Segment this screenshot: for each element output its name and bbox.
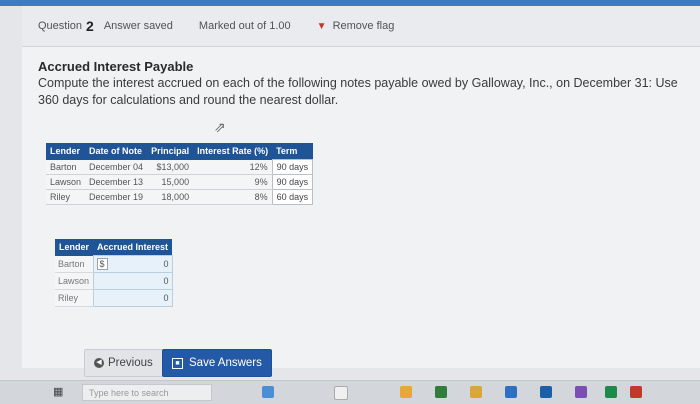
column-header: Principal [147,143,194,160]
table-row: Riley 0 [55,289,173,307]
taskbar-app-icon[interactable] [630,386,642,398]
taskbar-app-icon[interactable] [435,386,447,398]
taskbar-app-icon[interactable] [605,386,617,398]
table-cell: December 04 [85,159,148,175]
table-row: Barton $ 0 [55,255,173,273]
taskbar-search-input[interactable]: Type here to search [82,384,212,401]
search-placeholder: Type here to search [89,387,169,398]
column-header: Accrued Interest [93,239,173,256]
taskbar-app-icon[interactable] [400,386,412,398]
question-text: Compute the interest accrued on each of … [38,76,678,107]
taskbar-app-icon[interactable] [334,386,348,400]
column-header: Lender [55,239,94,256]
question-number: 2 [86,18,94,34]
table-cell: 60 days [271,189,314,205]
table-row: Lawson December 13 15,000 9% 90 days [46,174,314,190]
barton-accrued-interest-input[interactable]: 0 [164,259,169,269]
taskbar-app-icon[interactable] [262,386,274,398]
question-label: Question [38,20,83,32]
lender-label: Lawson [55,272,94,290]
save-answers-button[interactable]: ■ Save Answers [162,349,272,377]
cursor-icon: ⇗ [214,119,226,135]
table-cell: December 13 [85,174,148,190]
answer-status: Answer saved [103,20,173,32]
question-info-bar: Question 2 Answer saved Marked out of 1.… [22,6,700,47]
table-cell: December 19 [85,189,148,205]
table-cell: 15,000 [147,174,194,190]
riley-answer-cell[interactable]: 0 [92,289,173,307]
previous-button[interactable]: ◀ Previous [84,349,163,377]
table-cell: Lawson [46,174,86,190]
save-icon: ■ [172,357,183,369]
column-header: Term [272,143,313,160]
table-cell: 12% [193,159,273,175]
table-cell: Barton [46,159,86,175]
table-cell: 90 days [271,159,314,175]
table-row: Barton December 04 $13,000 12% 90 days [46,159,314,175]
table-row: Lawson 0 [55,272,173,290]
barton-answer-cell[interactable]: $ 0 [92,255,173,273]
taskbar-app-icon[interactable] [505,386,517,398]
table-row: Riley December 19 18,000 8% 60 days [46,189,314,205]
taskbar-app-icon[interactable] [575,386,587,398]
remove-flag-link[interactable]: ▼ Remove flag [317,20,395,32]
previous-label: Previous [108,357,153,369]
table-cell: 18,000 [147,189,194,205]
riley-accrued-interest-input[interactable]: 0 [97,293,169,303]
notes-payable-table: Lender Date of Note Principal Interest R… [46,143,314,205]
column-header: Lender [46,143,86,160]
taskbar-app-icon[interactable] [470,386,482,398]
table-cell: 9% [193,174,273,190]
question-content: Accrued Interest Payable Compute the int… [22,47,700,377]
column-header: Interest Rate (%) [193,143,273,160]
save-answers-label: Save Answers [189,357,262,369]
table-cell: Riley [46,189,86,205]
chevron-left-icon: ◀ [94,358,104,368]
flag-icon: ▼ [316,20,327,32]
lawson-answer-cell[interactable]: 0 [92,272,173,290]
currency-symbol: $ [96,258,108,270]
marked-out-of: Marked out of 1.00 [198,20,291,32]
lender-label: Riley [55,289,94,307]
windows-icon[interactable]: ▦ [53,387,65,398]
lawson-accrued-interest-input[interactable]: 0 [97,276,169,286]
taskbar-app-icon[interactable] [540,386,552,398]
table-header-row: Lender Date of Note Principal Interest R… [46,143,313,160]
question-title: Accrued Interest Payable [38,59,194,74]
taskbar: ▦ Type here to search [0,380,700,404]
accrued-interest-answer-table: Lender Accrued Interest Barton $ 0 Lawso… [55,239,173,307]
table-cell: 90 days [271,174,314,190]
remove-flag-label: Remove flag [332,20,395,32]
table-cell: 8% [193,189,273,205]
lender-label: Barton [55,255,94,273]
table-cell: $13,000 [147,159,194,175]
column-header: Date of Note [85,143,148,160]
table-header-row: Lender Accrued Interest [55,239,173,256]
